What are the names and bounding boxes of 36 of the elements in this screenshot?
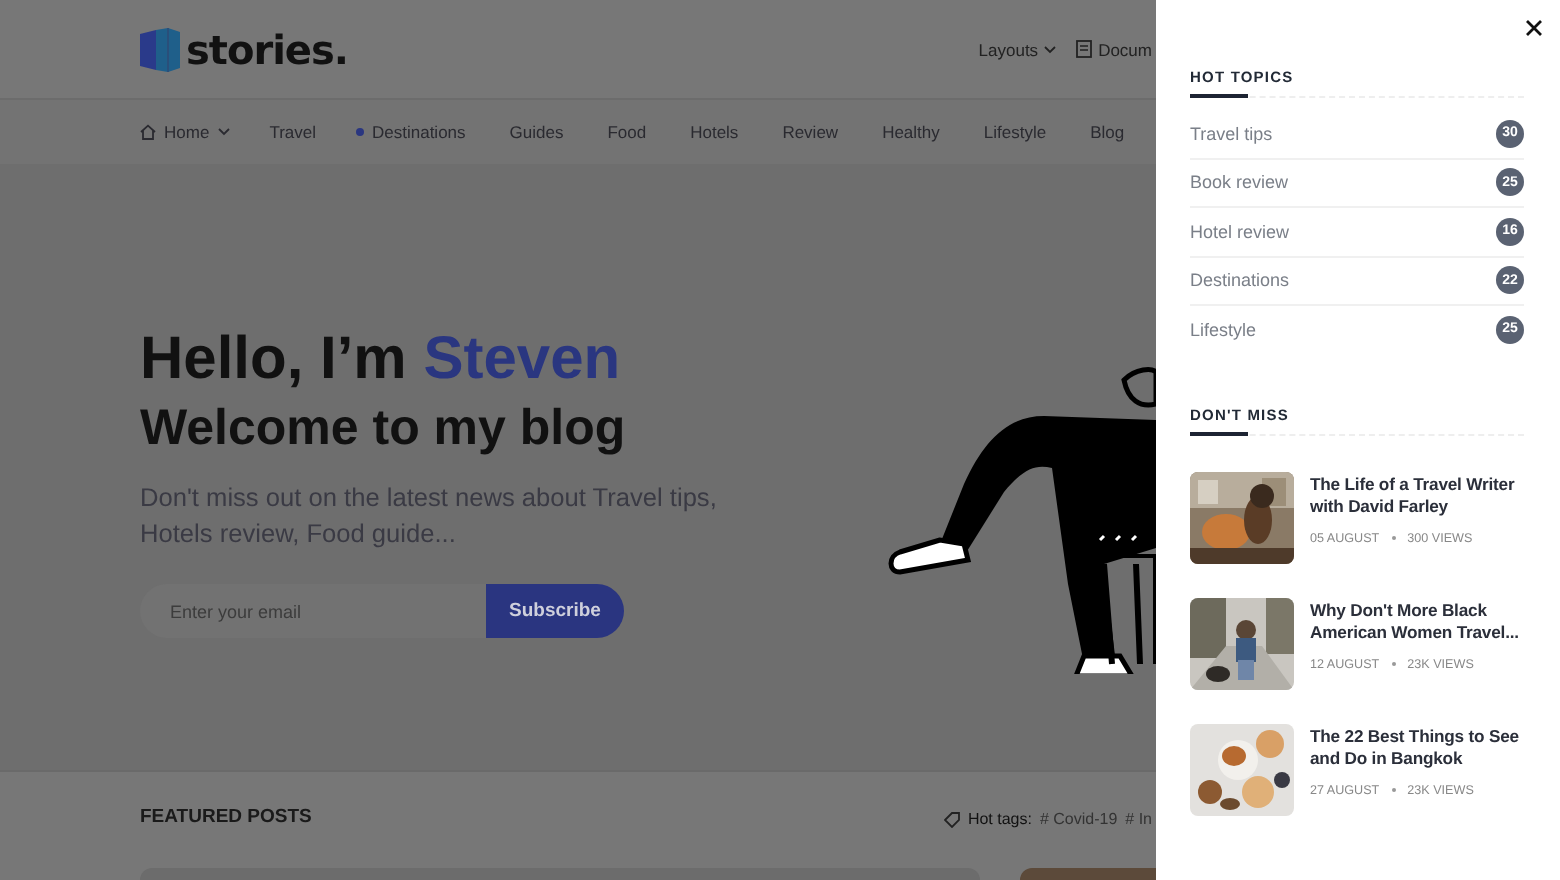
tag-icon <box>943 811 960 827</box>
caret-icon <box>1044 45 1057 53</box>
nav-link[interactable]: Healthy <box>882 122 940 142</box>
post-title[interactable]: The Life of a Travel Writer with David Farley <box>1310 473 1524 517</box>
nav-link[interactable]: Food <box>607 122 647 142</box>
nav-link[interactable]: Lifestyle <box>983 122 1047 142</box>
header-link[interactable]: Layouts <box>978 39 1039 59</box>
logo-icon <box>140 27 180 71</box>
document-icon <box>1076 40 1093 58</box>
nav-link[interactable]: Blog <box>1090 122 1125 142</box>
dot-icon <box>356 128 364 136</box>
nav-link[interactable]: Home <box>164 122 210 142</box>
nav-link[interactable]: Hotels <box>690 122 739 142</box>
topic-link[interactable]: Lifestyle <box>1190 319 1257 340</box>
post-title[interactable]: The 22 Best Things to See and Do in Bangkok <box>1310 725 1524 769</box>
tag-link[interactable]: # Covid-19 <box>1039 810 1118 828</box>
nav-link[interactable]: Travel <box>269 122 316 142</box>
nav-link[interactable]: Guides <box>509 122 564 142</box>
topic-link[interactable]: Book review <box>1190 172 1289 193</box>
close-icon[interactable] <box>1526 20 1542 36</box>
nav-link[interactable]: Review <box>782 122 839 142</box>
nav-link[interactable]: Destinations <box>372 122 466 142</box>
subscribe-button[interactable]: Subscribe <box>486 584 624 638</box>
home-icon <box>140 124 156 140</box>
site-logo[interactable]: stories. <box>186 25 348 73</box>
header-link[interactable]: Docum <box>1098 39 1152 59</box>
tag-link[interactable]: # In <box>1125 810 1152 828</box>
topic-link[interactable]: Hotel review <box>1190 221 1290 242</box>
hero-heading: Hello, I’m Steven <box>140 324 623 396</box>
topic-link[interactable]: Destinations <box>1190 270 1290 291</box>
post-title[interactable]: Why Don't More Black American Women Travel... <box>1310 599 1524 643</box>
hot-tags-label: Hot tags: <box>967 810 1032 828</box>
caret-icon <box>217 128 230 136</box>
topic-link[interactable]: Travel tips <box>1190 123 1273 144</box>
hero-subtitle: Welcome to my blog <box>140 398 628 460</box>
section-title: FEATURED POSTS <box>140 806 312 828</box>
